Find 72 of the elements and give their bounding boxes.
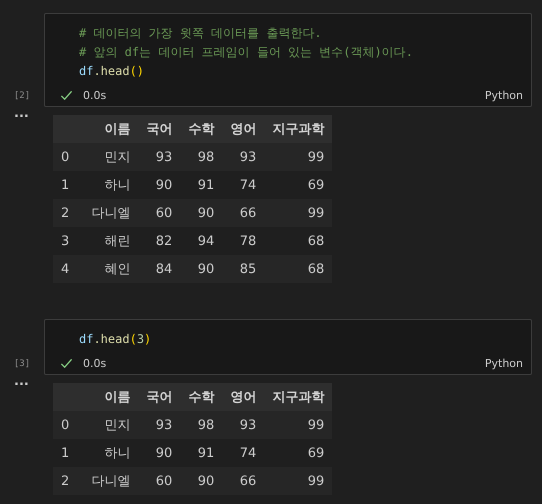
code-line: df.head(3) xyxy=(79,331,152,348)
table-cell: 90 xyxy=(180,255,222,283)
table-cell: 혜인 xyxy=(83,255,138,283)
row-index: 4 xyxy=(53,255,84,283)
table-cell: 90 xyxy=(180,467,222,495)
column-header: 지구과학 xyxy=(264,115,332,143)
row-index: 0 xyxy=(53,411,84,439)
table-cell: 66 xyxy=(222,199,264,227)
table-cell: 93 xyxy=(222,143,264,171)
row-index: 1 xyxy=(53,439,84,467)
column-header: 영어 xyxy=(222,383,264,411)
table-cell: 69 xyxy=(264,439,332,467)
code-line: df.head() xyxy=(79,63,144,80)
row-index: 0 xyxy=(53,143,84,171)
column-header: 이름 xyxy=(83,383,138,411)
column-header: 국어 xyxy=(138,383,180,411)
table-cell: 94 xyxy=(180,227,222,255)
row-index: 3 xyxy=(53,227,84,255)
table-cell: 78 xyxy=(222,227,264,255)
language-label[interactable]: Python xyxy=(484,357,523,370)
output-menu[interactable]: ... xyxy=(14,107,29,121)
table-cell: 60 xyxy=(138,467,180,495)
table-cell: 74 xyxy=(222,439,264,467)
table-cell: 74 xyxy=(222,171,264,199)
column-header: 영어 xyxy=(222,115,264,143)
row-index: 2 xyxy=(53,467,84,495)
execution-count: [2] xyxy=(14,91,30,103)
code-cell[interactable]: df.head(3) 0.0s Python xyxy=(44,319,532,375)
code-line: # 데이터의 가장 윗쪽 데이터를 출력한다. xyxy=(79,25,322,42)
code-cell[interactable]: # 데이터의 가장 윗쪽 데이터를 출력한다. # 앞의 df는 데이터 프레임이 들어 있는 변수(객체)이다. df.head() 0.0s Python xyxy=(44,13,532,107)
column-header: 지구과학 xyxy=(264,383,332,411)
table-cell: 85 xyxy=(222,255,264,283)
table-cell: 민지 xyxy=(83,411,138,439)
table-cell: 60 xyxy=(138,199,180,227)
table-cell: 90 xyxy=(138,439,180,467)
table-cell: 민지 xyxy=(83,143,138,171)
table-cell: 하니 xyxy=(83,171,138,199)
table-cell: 69 xyxy=(264,171,332,199)
execution-time: 0.0s xyxy=(83,357,106,370)
table-cell: 다니엘 xyxy=(83,199,138,227)
row-index: 2 xyxy=(53,199,84,227)
column-header: 국어 xyxy=(138,115,180,143)
column-header: 수학 xyxy=(180,383,222,411)
table-cell: 68 xyxy=(264,227,332,255)
table-cell: 99 xyxy=(264,411,332,439)
table-cell: 99 xyxy=(264,199,332,227)
table-cell: 91 xyxy=(180,439,222,467)
table-cell: 66 xyxy=(222,467,264,495)
table-cell: 90 xyxy=(138,171,180,199)
row-index: 1 xyxy=(53,171,84,199)
code-line: # 앞의 df는 데이터 프레임이 들어 있는 변수(객체)이다. xyxy=(79,44,413,61)
table-cell: 82 xyxy=(138,227,180,255)
table-cell: 84 xyxy=(138,255,180,283)
table-cell: 93 xyxy=(138,411,180,439)
column-header: 수학 xyxy=(180,115,222,143)
table-cell: 99 xyxy=(264,467,332,495)
table-cell: 91 xyxy=(180,171,222,199)
table-cell: 98 xyxy=(180,411,222,439)
execution-time: 0.0s xyxy=(83,89,106,102)
table-cell: 93 xyxy=(138,143,180,171)
table-cell: 68 xyxy=(264,255,332,283)
language-label[interactable]: Python xyxy=(484,89,523,102)
output-menu[interactable]: ... xyxy=(14,375,29,389)
table-cell: 98 xyxy=(180,143,222,171)
table-cell: 다니엘 xyxy=(83,467,138,495)
execution-count: [3] xyxy=(14,359,30,371)
column-header: 이름 xyxy=(83,115,138,143)
table-cell: 99 xyxy=(264,143,332,171)
table-cell: 93 xyxy=(222,411,264,439)
table-cell: 하니 xyxy=(83,439,138,467)
table-cell: 해린 xyxy=(83,227,138,255)
table-cell: 90 xyxy=(180,199,222,227)
